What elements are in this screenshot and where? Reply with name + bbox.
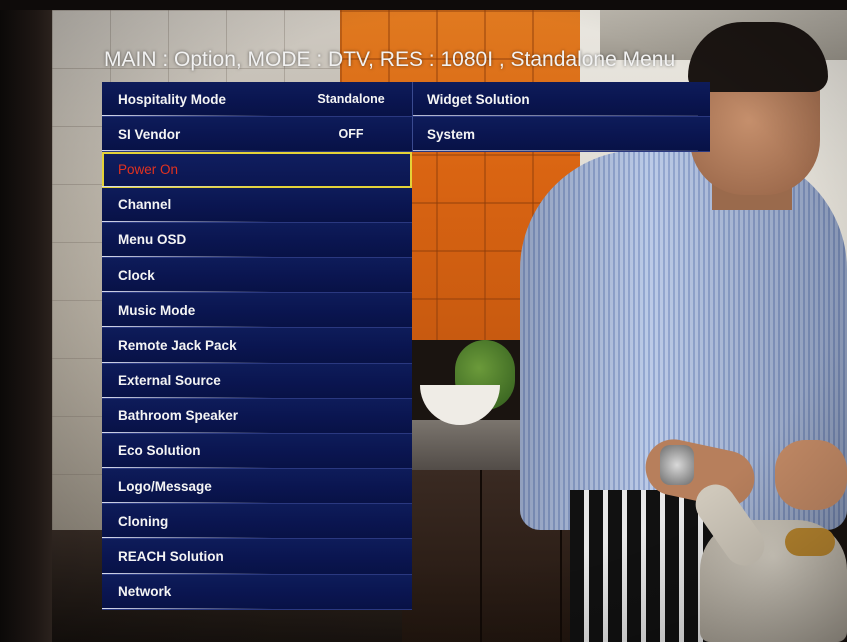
menu-item-network[interactable]: Network [102, 574, 412, 610]
menu-item-label: Channel [118, 197, 172, 213]
menu-item-cloning[interactable]: Cloning [102, 504, 412, 540]
menu-item-clock[interactable]: Clock [102, 257, 412, 294]
row-divider [102, 467, 272, 469]
row-divider [102, 572, 272, 574]
row-divider [102, 115, 272, 117]
menu-item-label: Network [118, 584, 172, 600]
row-divider [102, 607, 272, 609]
menu-item-label: SI Vendor [118, 126, 181, 142]
menu-item-power-on[interactable]: Power On [102, 152, 412, 188]
menu-item-label: Music Mode [118, 302, 196, 318]
row-divider [102, 537, 272, 539]
menu-item-label: Hospitality Mode [118, 91, 227, 107]
menu-item-label: System [427, 126, 476, 142]
menu-item-remote-jack-pack[interactable]: Remote Jack Pack [102, 328, 412, 364]
hospitality-menu-right: Widget Solution System [412, 82, 710, 153]
row-divider [102, 220, 272, 222]
row-divider [102, 361, 272, 363]
menu-item-system[interactable]: System [412, 117, 710, 153]
menu-item-si-vendor[interactable]: SI Vendor OFF [102, 117, 412, 153]
menu-item-value: OFF [338, 127, 364, 142]
menu-item-menu-osd[interactable]: Menu OSD [102, 222, 412, 258]
menu-item-eco-solution[interactable]: Eco Solution [102, 433, 412, 470]
menu-item-label: Menu OSD [118, 232, 187, 248]
row-divider [413, 150, 698, 152]
menu-item-label: Remote Jack Pack [118, 337, 237, 353]
menu-item-label: Cloning [118, 513, 169, 529]
menu-item-external-source[interactable]: External Source [102, 363, 412, 399]
row-divider [102, 502, 272, 504]
row-divider [413, 115, 698, 117]
row-divider [102, 431, 272, 433]
hospitality-menu: Hospitality Mode Standalone SI Vendor OF… [102, 82, 412, 610]
tv-bezel-top [0, 0, 847, 10]
row-divider [102, 291, 272, 293]
menu-item-label: External Source [118, 373, 221, 389]
menu-item-reach-solution[interactable]: REACH Solution [102, 539, 412, 575]
menu-item-bathroom-speaker[interactable]: Bathroom Speaker [102, 398, 412, 434]
menu-item-label: Clock [118, 267, 155, 283]
menu-item-widget-solution[interactable]: Widget Solution [412, 82, 710, 118]
row-divider [102, 255, 272, 257]
osd-header-title: MAIN : Option, MODE : DTV, RES : 1080I ,… [104, 48, 676, 71]
menu-item-hospitality-mode[interactable]: Hospitality Mode Standalone [102, 82, 412, 118]
menu-item-label: REACH Solution [118, 549, 224, 565]
menu-item-label: Logo/Message [118, 478, 212, 494]
menu-item-channel[interactable]: Channel [102, 187, 412, 223]
menu-item-label: Eco Solution [118, 443, 201, 459]
row-divider [102, 396, 272, 398]
menu-item-label: Widget Solution [427, 91, 530, 107]
menu-item-value: Standalone [317, 92, 385, 107]
menu-item-logo-message[interactable]: Logo/Message [102, 469, 412, 505]
tv-bezel-left [0, 0, 52, 642]
row-divider [102, 326, 272, 328]
menu-item-label: Power On [118, 161, 179, 177]
row-divider [102, 150, 272, 152]
row-divider [102, 185, 272, 187]
menu-item-music-mode[interactable]: Music Mode [102, 293, 412, 329]
menu-item-label: Bathroom Speaker [118, 408, 239, 424]
